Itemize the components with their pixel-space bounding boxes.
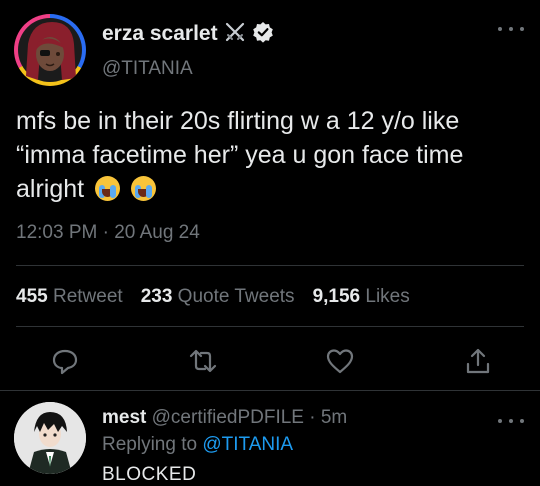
tweet-text-line-3-words: alright xyxy=(16,175,85,203)
share-icon[interactable] xyxy=(463,346,493,376)
reply-avatar-image xyxy=(14,402,86,474)
retweets-stat[interactable]: 455 Retweet xyxy=(16,286,123,308)
replying-to-link[interactable]: @TITANIA xyxy=(202,434,293,455)
tweet-text-line-1: mfs be in their 20s flirting w a 12 y/o … xyxy=(16,107,460,135)
like-icon[interactable] xyxy=(325,346,355,376)
more-options-icon[interactable] xyxy=(498,22,524,36)
loudly-crying-face-icon xyxy=(131,176,156,201)
author-display-name[interactable]: erza scarlet xyxy=(102,22,218,46)
author-avatar-image xyxy=(18,18,82,82)
quotes-count: 233 xyxy=(140,286,173,307)
tweet-text-line-2: “imma facetime her” yea u gon face time xyxy=(16,141,464,169)
likes-count: 9,156 xyxy=(312,286,361,307)
likes-stat[interactable]: 9,156 Likes xyxy=(313,286,410,308)
tweet-text: mfs be in their 20s flirting w a 12 y/o … xyxy=(16,104,524,206)
tweet-actions xyxy=(0,346,540,376)
likes-label: Likes xyxy=(365,286,410,307)
reply-text: BLOCKED xyxy=(102,464,197,485)
tweet-detail: erza scarlet @TITANIA mfs be in their 20… xyxy=(0,0,540,485)
crossed-swords-icon xyxy=(224,21,246,48)
tweet-text-line-3: alright xyxy=(16,172,524,206)
retweets-count: 455 xyxy=(16,286,48,307)
divider xyxy=(0,390,540,391)
replying-prefix: Replying to xyxy=(102,434,198,455)
reply-handle-time[interactable]: @certifiedPDFILE · 5m xyxy=(152,407,348,428)
quotes-stat[interactable]: 233 Quote Tweets xyxy=(141,286,295,308)
replying-to: Replying to @TITANIA xyxy=(102,434,293,456)
more-options-icon[interactable] xyxy=(498,414,524,428)
tweet-stats: 455 Retweet 233 Quote Tweets 9,156 Likes xyxy=(16,286,410,308)
tweet-timestamp[interactable]: 12:03 PM · 20 Aug 24 xyxy=(16,222,200,244)
author-handle[interactable]: @TITANIA xyxy=(102,58,193,80)
author-avatar[interactable] xyxy=(14,14,86,86)
reply-author-avatar[interactable] xyxy=(14,402,86,474)
verified-badge-icon xyxy=(252,21,274,48)
retweet-icon[interactable] xyxy=(188,346,218,376)
author-name-row: erza scarlet xyxy=(102,20,274,48)
reply-icon[interactable] xyxy=(50,346,80,376)
reply-display-name[interactable]: mest xyxy=(102,407,146,428)
loudly-crying-face-icon xyxy=(95,176,121,201)
divider xyxy=(16,265,524,266)
retweets-label: Retweet xyxy=(52,286,123,307)
reply-header: mest @certifiedPDFILE · 5m xyxy=(102,407,347,429)
quotes-label: Quote Tweets xyxy=(177,286,295,307)
divider xyxy=(16,326,524,327)
